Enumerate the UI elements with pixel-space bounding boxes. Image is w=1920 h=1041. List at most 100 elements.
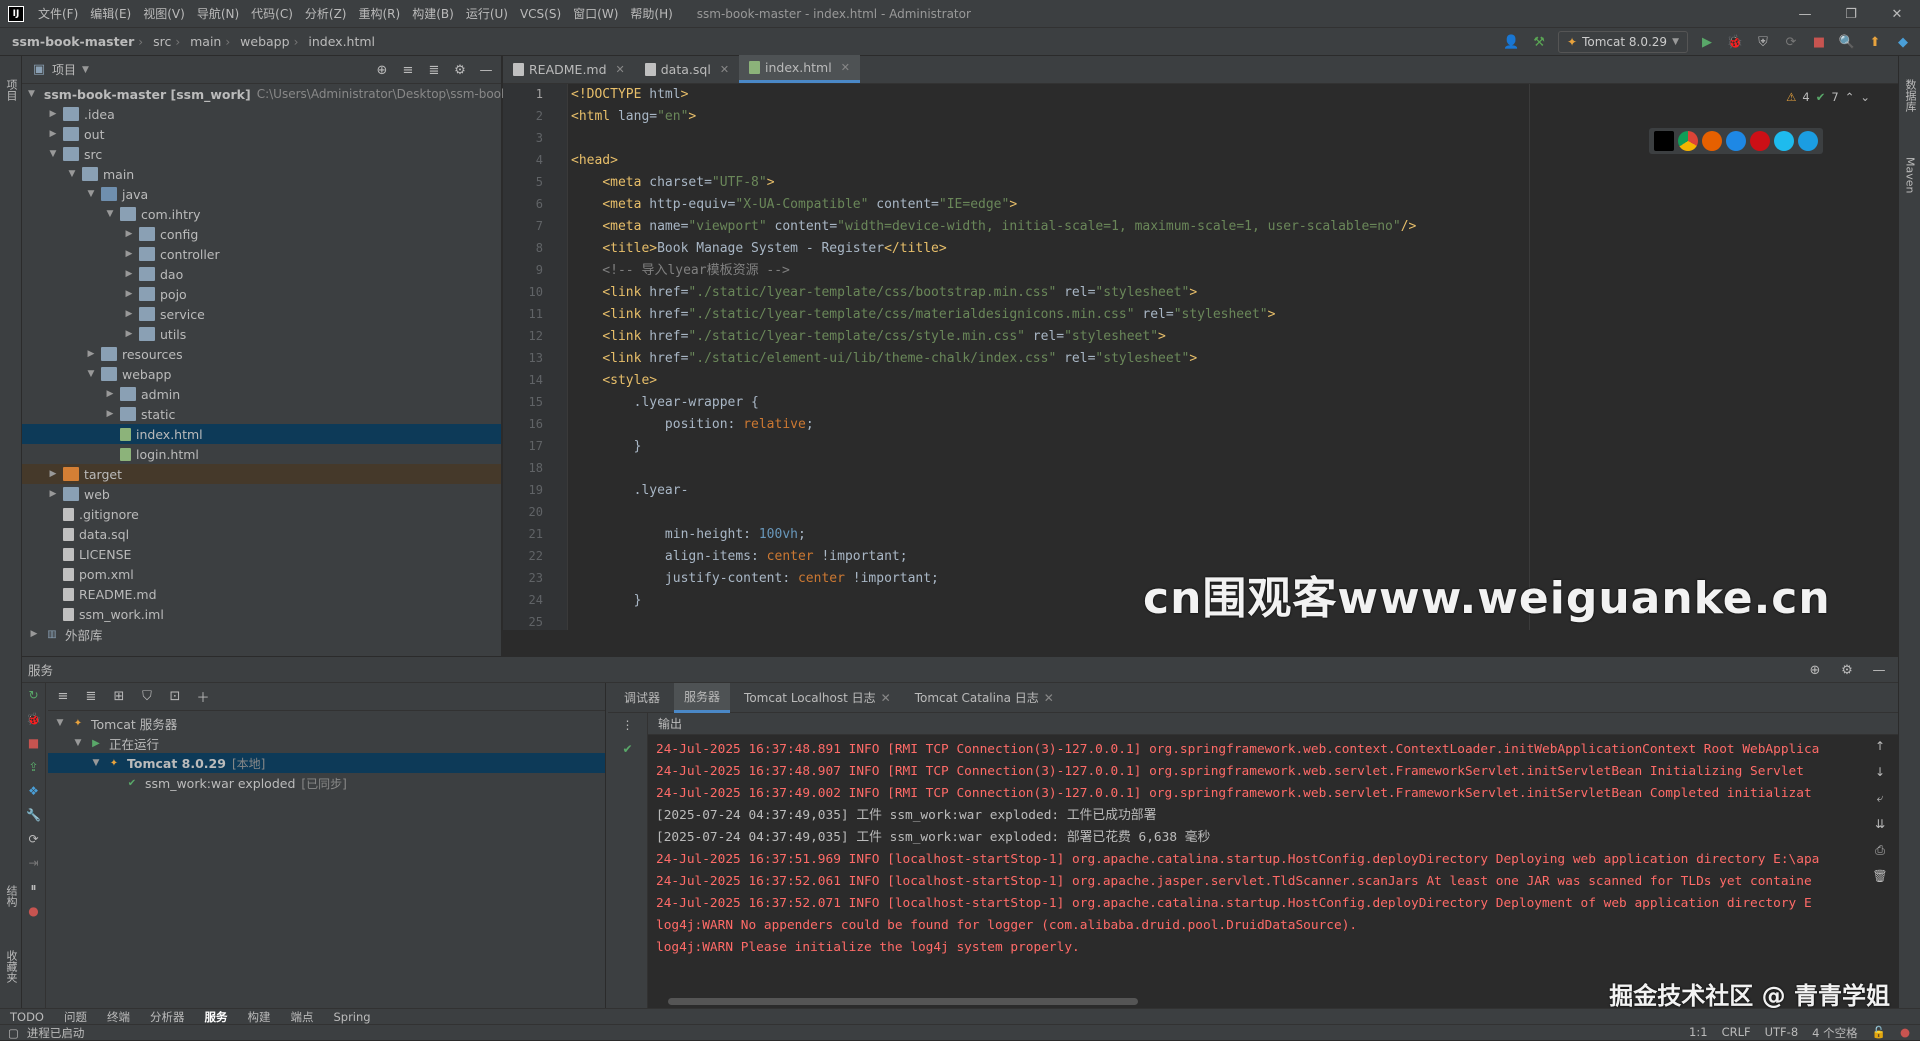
bottom-tool-tab[interactable]: TODO (10, 1010, 44, 1024)
project-tree-item[interactable]: ▶ admin (22, 384, 501, 404)
code-line[interactable]: <!DOCTYPE html> (571, 84, 688, 106)
code-line[interactable] (571, 502, 665, 524)
code-line[interactable]: <link href="./static/lyear-template/css/… (571, 282, 1197, 304)
locate-icon[interactable]: ⊕ (373, 61, 391, 79)
menu-item[interactable]: VCS(S) (514, 0, 567, 28)
project-tree-item[interactable]: ▶ ▥ 外部库 (22, 624, 501, 644)
expand-arrow-icon[interactable]: ▼ (90, 758, 102, 768)
safari-icon[interactable] (1726, 131, 1746, 151)
project-tree-item[interactable]: login.html (22, 444, 501, 464)
next-highlight-icon[interactable]: ⌄ (1860, 90, 1870, 104)
opera-icon[interactable] (1750, 131, 1770, 151)
code-line[interactable]: <title>Book Manage System - Register</ti… (571, 238, 946, 260)
project-tree-item[interactable]: .gitignore (22, 504, 501, 524)
menu-item[interactable]: 帮助(H) (624, 0, 678, 28)
bottom-tool-tab[interactable]: 端点 (290, 1009, 313, 1025)
code-line[interactable]: } (571, 436, 642, 458)
tab-close-icon[interactable]: ✕ (841, 61, 850, 74)
debug-server-icon[interactable]: 🐞 (22, 707, 45, 731)
tab-close-icon[interactable]: ✕ (616, 63, 625, 76)
code-line[interactable]: .lyear- (571, 480, 689, 502)
hide-panel-icon[interactable]: — (477, 61, 495, 79)
artifact-icon[interactable]: ❖ (22, 779, 45, 803)
horizontal-scrollbar[interactable] (668, 998, 1138, 1005)
project-tree-item[interactable]: LICENSE (22, 544, 501, 564)
expand-arrow-icon[interactable]: ▶ (123, 289, 135, 299)
deploy-icon[interactable]: ⇪ (22, 755, 45, 779)
service-tree-item[interactable]: ✔ ssm_work:war exploded [已同步] (48, 773, 605, 793)
project-tree-item[interactable]: pom.xml (22, 564, 501, 584)
project-tree-item[interactable]: ▶ controller (22, 244, 501, 264)
stop-server-icon[interactable]: ■ (22, 731, 45, 755)
code-line[interactable]: <style> (571, 370, 657, 392)
pause-icon[interactable]: ⏸ (22, 875, 45, 899)
menu-item[interactable]: 代码(C) (245, 0, 299, 28)
bottom-tool-tab[interactable]: 构建 (247, 1009, 270, 1025)
project-tree-item[interactable]: data.sql (22, 524, 501, 544)
caret-position[interactable]: 1:1 (1689, 1025, 1708, 1041)
services-hide-icon[interactable]: — (1870, 661, 1888, 679)
tab-close-icon[interactable]: ✕ (1044, 691, 1054, 705)
structure-tool-tab[interactable]: 结构 (0, 866, 22, 926)
error-notification-icon[interactable]: ● (1900, 1025, 1910, 1041)
expand-arrow-icon[interactable]: ▶ (47, 129, 59, 139)
expand-all-icon[interactable]: ≡ (399, 61, 417, 79)
menu-item[interactable]: 分析(Z) (299, 0, 353, 28)
project-tree-item[interactable]: ▼ main (22, 164, 501, 184)
service-tree-item[interactable]: ▼ ✦ Tomcat 8.0.29 [本地] (48, 753, 605, 773)
debug-icon[interactable]: 🐞 (1726, 33, 1744, 51)
code-line[interactable]: } (571, 590, 642, 612)
expand-arrow-icon[interactable]: ▶ (28, 629, 40, 639)
minimize-icon[interactable]: — (1782, 0, 1828, 28)
run-configuration-select[interactable]: ✦ Tomcat 8.0.29 ▼ (1558, 31, 1688, 53)
project-tree-item[interactable]: ▼ java (22, 184, 501, 204)
code-editor[interactable]: 1 2 3 4 5 6 7 8 9 10 11 12 13 14 15 16 17 18 19 20 21 22 23 24 2… (503, 84, 1898, 630)
service-tree-item[interactable]: ▼ ▶ 正在运行 (48, 733, 605, 753)
expand-arrow-icon[interactable]: ▶ (47, 489, 59, 499)
output-tab[interactable]: Tomcat Localhost 日志 ✕ (734, 683, 901, 713)
run-icon[interactable]: ▶ (1698, 33, 1716, 51)
project-tree-item[interactable]: ▶ target (22, 464, 501, 484)
stop-icon[interactable]: ■ (1810, 33, 1828, 51)
tab-close-icon[interactable]: ✕ (881, 691, 891, 705)
database-tool-tab[interactable]: 数据库 (1899, 60, 1920, 130)
chrome-icon[interactable] (1678, 131, 1698, 151)
editor-tab[interactable]: README.md ✕ (503, 55, 635, 83)
code-line[interactable]: <head> (571, 150, 618, 172)
code-line[interactable]: <link href="./static/lyear-template/css/… (571, 326, 1166, 348)
bottom-tool-tab[interactable]: 问题 (64, 1009, 87, 1025)
more-icon[interactable]: ⋮ (608, 713, 647, 737)
expand-arrow-icon[interactable]: ▶ (123, 309, 135, 319)
collapse-all-services-icon[interactable]: ≣ (82, 688, 100, 706)
project-tree-item[interactable]: ▶ resources (22, 344, 501, 364)
project-tree-item[interactable]: ▼ ssm-book-master [ssm_work] C:\Users\Admi… (22, 84, 508, 104)
code-area[interactable]: <!DOCTYPE html> <html lang="en"> <head> <m… (571, 84, 1898, 630)
project-tree-item[interactable]: README.md (22, 584, 501, 604)
code-line[interactable]: <meta name="viewport" content="width=dev… (571, 216, 1416, 238)
output-tab[interactable]: 服务器 (674, 682, 731, 713)
project-tree-item[interactable]: ssm_work.iml (22, 604, 501, 624)
ie-icon[interactable] (1774, 131, 1794, 151)
project-tree-item[interactable]: ▶ pojo (22, 284, 501, 304)
plugin-icon[interactable]: ◆ (1894, 33, 1912, 51)
menu-item[interactable]: 编辑(E) (84, 0, 137, 28)
project-tree-item[interactable]: ▶ utils (22, 324, 501, 344)
console-output[interactable]: 24-Jul-2025 16:37:48.891 INFO [RMI TCP C… (656, 739, 1848, 999)
code-line[interactable]: <link href="./static/element-ui/lib/them… (571, 348, 1197, 370)
expand-arrow-icon[interactable]: ▼ (85, 189, 97, 199)
output-tab[interactable]: 调试器 (614, 683, 670, 713)
expand-all-services-icon[interactable]: ≡ (54, 688, 72, 706)
wrench-icon[interactable]: 🔧 (22, 803, 45, 827)
project-tree-item[interactable]: index.html (22, 424, 501, 444)
services-settings-gear-icon[interactable]: ⚙ (1838, 661, 1856, 679)
favorites-tool-tab[interactable]: 收藏夹 (0, 936, 22, 996)
close-icon[interactable]: ✕ (1874, 0, 1920, 28)
expand-arrow-icon[interactable]: ▼ (104, 209, 116, 219)
project-tree-item[interactable]: ▶ config (22, 224, 501, 244)
expand-arrow-icon[interactable]: ▶ (47, 469, 59, 479)
code-line[interactable]: <link href="./static/lyear-template/css/… (571, 304, 1275, 326)
editor-tab[interactable]: data.sql ✕ (635, 55, 739, 83)
search-icon[interactable]: 🔍 (1838, 33, 1856, 51)
expand-arrow-icon[interactable]: ▶ (104, 409, 116, 419)
project-tool-tab[interactable]: 项目 (0, 60, 22, 120)
